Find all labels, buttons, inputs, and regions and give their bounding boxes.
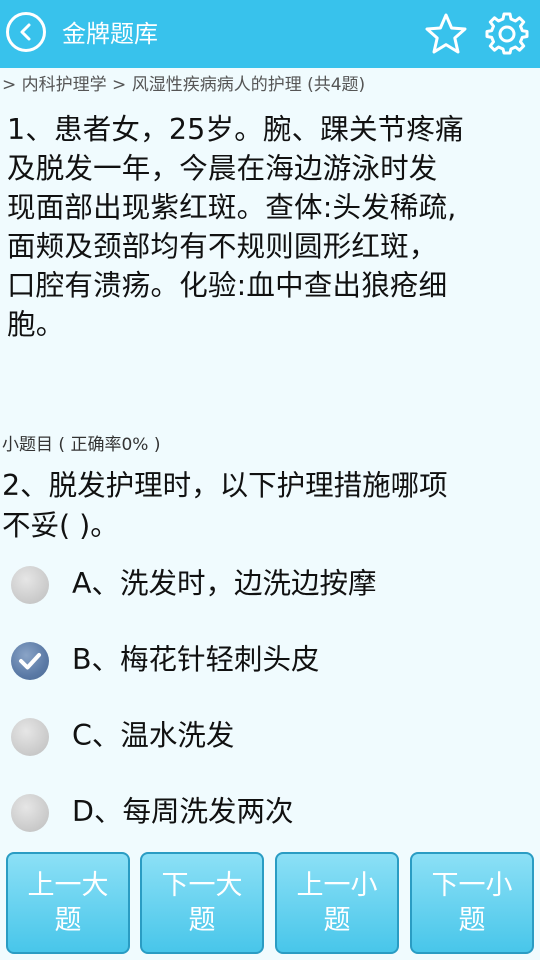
option-text: A、洗发时，边洗边按摩: [72, 567, 377, 600]
button-label: 下一小题: [431, 870, 513, 936]
settings-button[interactable]: [484, 10, 530, 56]
stem-line: 现面部出现紫红斑。查体:头发稀疏,: [7, 191, 457, 224]
back-button[interactable]: [6, 12, 46, 52]
stem-line: 口腔有溃疡。化验:血中查出狼疮细: [7, 269, 448, 302]
gear-icon: [485, 12, 529, 55]
stem-line: 胞。: [7, 308, 65, 341]
stem-line: 面颊及颈部均有不规则圆形红斑，: [7, 230, 438, 263]
app-title: 金牌题库: [62, 20, 158, 48]
sub-question-line: 2、脱发护理时，以下护理措施哪项: [2, 469, 448, 502]
prev-small-question-button[interactable]: 上一小题: [275, 852, 399, 954]
radio-button[interactable]: [11, 794, 49, 832]
option-text: C、温水洗发: [72, 719, 235, 752]
radio-button-checked[interactable]: [11, 642, 49, 680]
stem-line: 及脱发一年，今晨在海边游泳时发: [7, 152, 438, 185]
option-d[interactable]: D、每周洗发两次: [0, 784, 540, 844]
prev-big-question-button[interactable]: 上一大题: [6, 852, 130, 954]
next-big-question-button[interactable]: 下一大题: [140, 852, 264, 954]
breadcrumb: > 内科护理学 > 风湿性疾病病人的护理 (共4题): [2, 75, 366, 95]
sub-question-line: 不妥( )。: [2, 509, 119, 542]
question-stem: 1、患者女，25岁。腕、踝关节疼痛 及脱发一年，今晨在海边游泳时发 现面部出现紫…: [7, 110, 535, 344]
stem-line: 1、患者女，25岁。腕、踝关节疼痛: [7, 113, 464, 146]
back-chevron-icon: [20, 23, 31, 41]
sub-question: 2、脱发护理时，以下护理措施哪项 不妥( )。: [2, 466, 538, 546]
star-icon: [425, 13, 467, 54]
checkmark-icon: [19, 653, 41, 670]
button-label: 下一大题: [161, 870, 243, 936]
radio-button[interactable]: [11, 566, 49, 604]
option-text: D、每周洗发两次: [72, 795, 294, 828]
option-a[interactable]: A、洗发时，边洗边按摩: [0, 556, 540, 616]
favorite-button[interactable]: [424, 12, 468, 56]
sub-question-label: 小题目 ( 正确率0% ): [2, 435, 161, 455]
option-c[interactable]: C、温水洗发: [0, 708, 540, 768]
app-header: 金牌题库: [0, 0, 540, 68]
option-text: B、梅花针轻刺头皮: [72, 643, 320, 676]
button-label: 上一小题: [296, 870, 378, 936]
button-label: 上一大题: [27, 870, 109, 936]
next-small-question-button[interactable]: 下一小题: [410, 852, 534, 954]
option-b[interactable]: B、梅花针轻刺头皮: [0, 632, 540, 692]
radio-button[interactable]: [11, 718, 49, 756]
